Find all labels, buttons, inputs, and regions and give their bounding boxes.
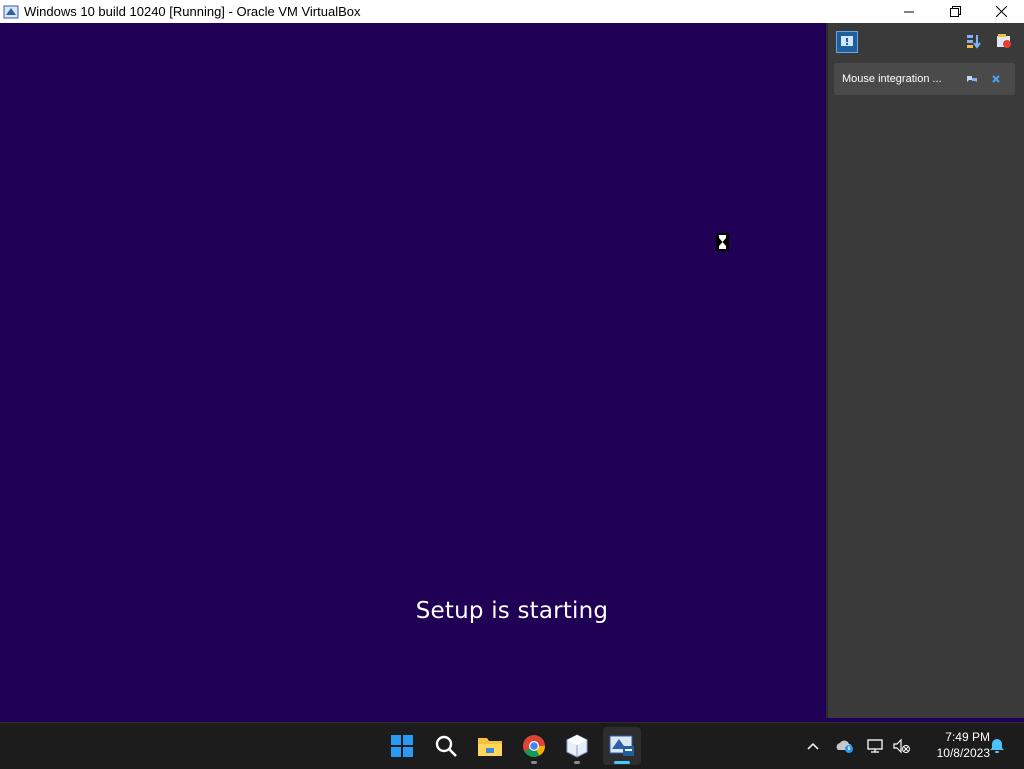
start-icon[interactable] xyxy=(383,727,421,765)
chrome-icon[interactable] xyxy=(515,727,553,765)
notification-toolbar xyxy=(828,31,1024,55)
taskbar: 7:49 PM 10/8/2023 xyxy=(0,722,1024,768)
vm-window-icon[interactable] xyxy=(603,727,641,765)
network-icon[interactable] xyxy=(864,723,888,769)
notification-center-panel: Mouse integration ... xyxy=(826,23,1024,718)
file-explorer-icon[interactable] xyxy=(471,727,509,765)
active-indicator xyxy=(614,761,630,764)
close-icon[interactable] xyxy=(988,71,1004,87)
clock-time: 7:49 PM xyxy=(945,730,990,744)
title-bar[interactable]: Windows 10 build 10240 [Running] - Oracl… xyxy=(0,0,1024,23)
taskbar-clock[interactable]: 7:49 PM 10/8/2023 xyxy=(918,729,990,761)
close-button[interactable] xyxy=(978,0,1024,23)
virtualbox-app-icon xyxy=(3,4,19,20)
volume-muted-icon[interactable] xyxy=(890,723,914,769)
sort-icon[interactable] xyxy=(964,31,984,51)
running-indicator xyxy=(531,761,537,764)
window-title: Windows 10 build 10240 [Running] - Oracl… xyxy=(24,4,361,19)
help-icon[interactable] xyxy=(964,71,980,87)
notification-message: Mouse integration ... xyxy=(842,73,942,85)
clock-date: 10/8/2023 xyxy=(936,746,990,760)
restore-button[interactable] xyxy=(932,0,978,23)
search-icon[interactable] xyxy=(427,727,465,765)
notification-bell-icon[interactable] xyxy=(986,723,1008,769)
notifications-icon[interactable] xyxy=(836,31,858,53)
chevron-up-icon[interactable] xyxy=(802,723,824,769)
virtualbox-window: Windows 10 build 10240 [Running] - Oracl… xyxy=(0,0,1024,722)
tools-icon[interactable] xyxy=(994,31,1014,51)
virtualbox-icon[interactable] xyxy=(558,727,596,765)
onedrive-icon[interactable] xyxy=(833,723,857,769)
notification-item[interactable]: Mouse integration ... xyxy=(834,63,1015,95)
minimize-button[interactable] xyxy=(886,0,932,23)
running-indicator xyxy=(574,761,580,764)
busy-cursor-icon xyxy=(716,233,729,251)
